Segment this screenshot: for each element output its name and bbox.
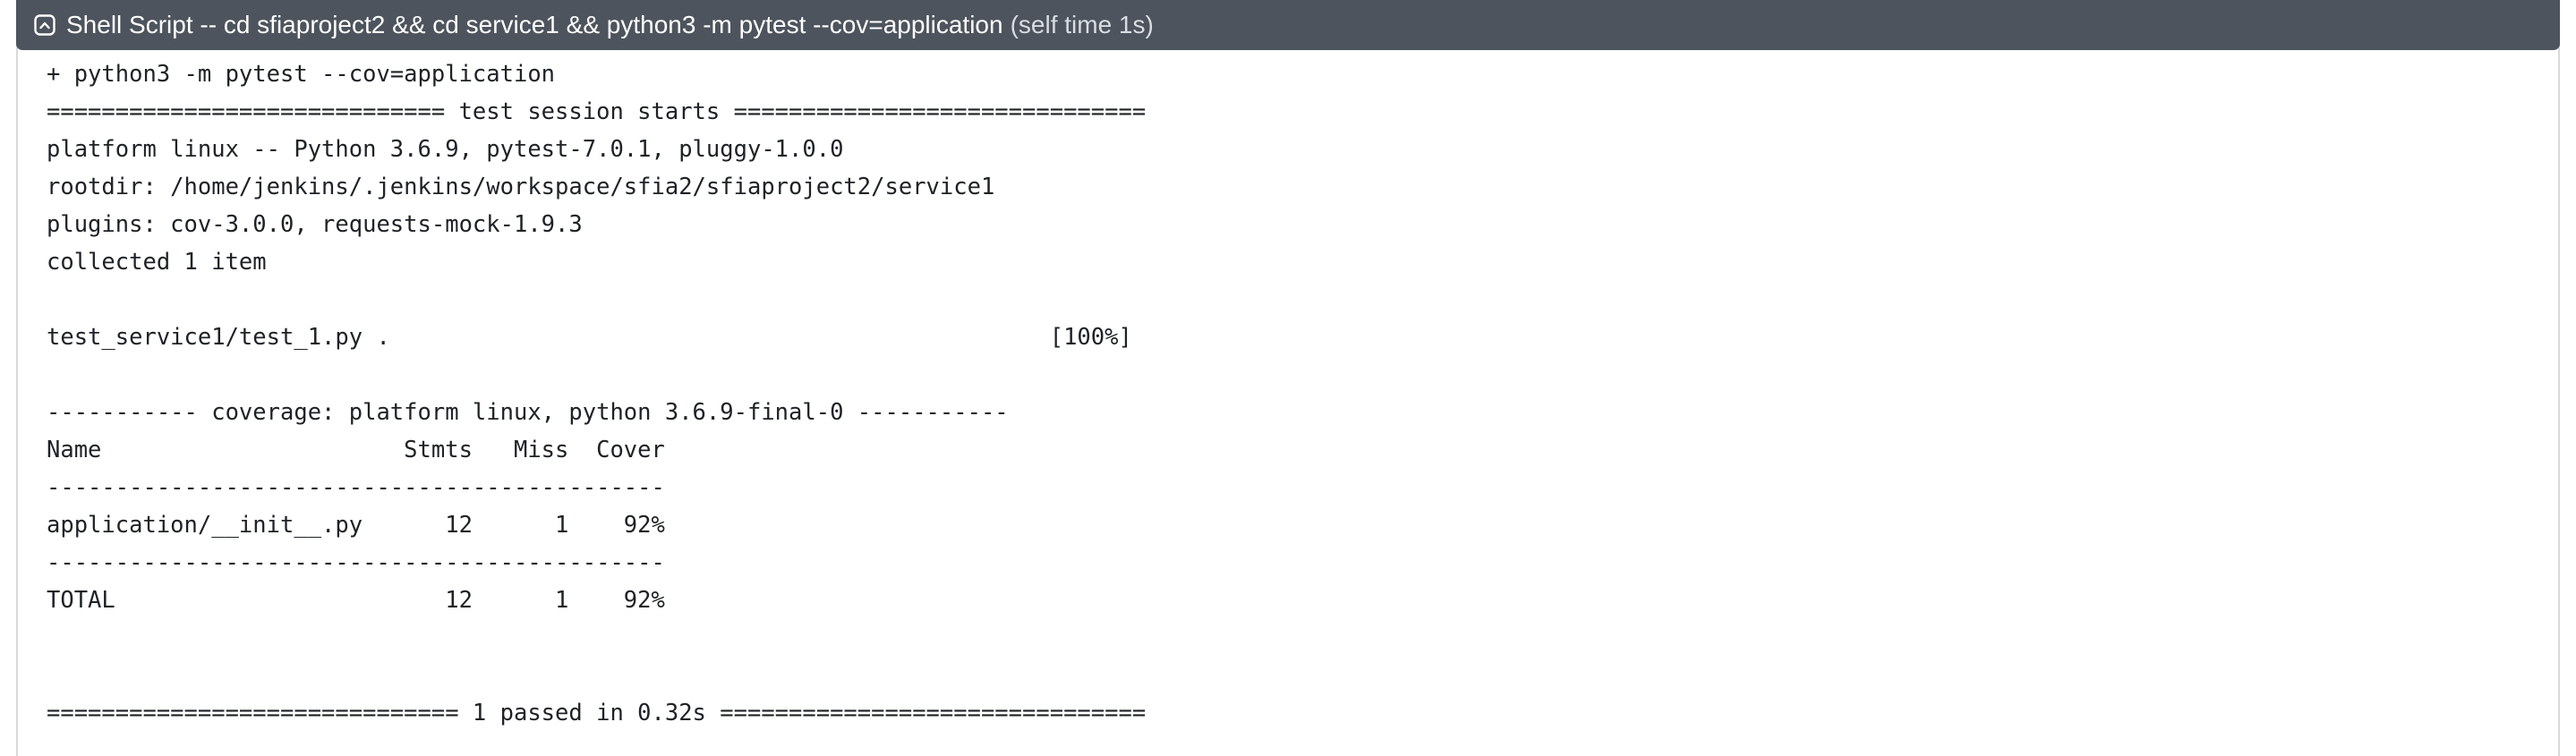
log-line: platform linux -- Python 3.6.9, pytest-7… — [47, 136, 844, 163]
terminal-icon — [32, 13, 57, 38]
log-line: ----------- coverage: platform linux, py… — [47, 399, 1009, 426]
log-line: rootdir: /home/jenkins/.jenkins/workspac… — [47, 174, 995, 200]
step-header[interactable]: Shell Script -- cd sfiaproject2 && cd se… — [16, 0, 2560, 50]
log-line: ============================== 1 passed … — [47, 700, 1147, 726]
log-line: application/__init__.py 12 1 92% — [47, 512, 665, 539]
step-self-time: (self time 1s) — [1010, 11, 1154, 38]
log-line: plugins: cov-3.0.0, requests-mock-1.9.3 — [47, 211, 583, 238]
log-line: collected 1 item — [47, 249, 267, 276]
shell-script-step-panel: Shell Script -- cd sfiaproject2 && cd se… — [16, 0, 2560, 756]
log-line: TOTAL 12 1 92% — [47, 587, 665, 614]
log-line: ============================= test sessi… — [47, 98, 1147, 125]
log-line: + python3 -m pytest --cov=application — [47, 61, 556, 88]
step-title: Shell Script -- cd sfiaproject2 && cd se… — [66, 11, 1003, 38]
console-log-output: + python3 -m pytest --cov=application ===… — [47, 55, 1146, 732]
log-line: test_service1/test_1.py . [100%] — [47, 324, 1132, 351]
log-line: Name Stmts Miss Cover — [47, 437, 665, 463]
log-line: ----------------------------------------… — [47, 474, 665, 501]
log-line: ----------------------------------------… — [47, 549, 665, 576]
